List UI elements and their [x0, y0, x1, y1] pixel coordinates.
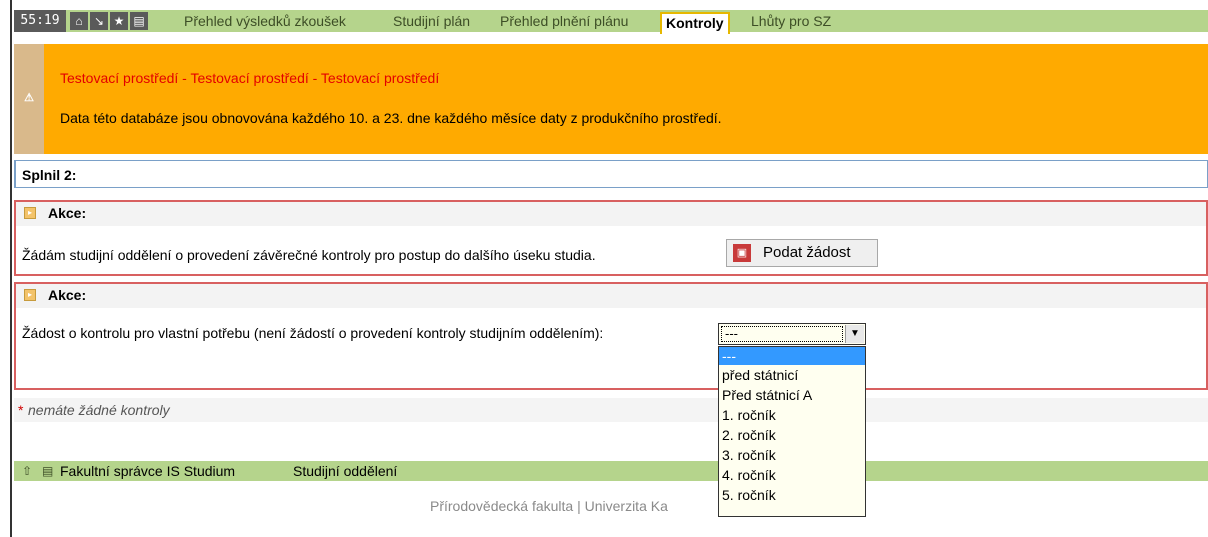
home-icon[interactable]: ⌂	[70, 12, 88, 30]
test-environment-banner: ⚠ Testovací prostředí - Testovací prostř…	[14, 44, 1208, 154]
select-value: ---	[721, 326, 843, 342]
nav-link-exam-results[interactable]: Přehled výsledků zkoušek	[184, 10, 346, 32]
session-timer: 55:19	[14, 10, 66, 32]
print-icon[interactable]: ▤	[130, 12, 148, 30]
section-title: Splnil 2:	[22, 167, 77, 183]
action-header: ▸ Akce:	[16, 202, 1206, 226]
dropdown-option[interactable]: 5. ročník	[719, 485, 865, 505]
top-nav-bar: 55:19 ⌂ ↘ ★ ▤ Přehled výsledků zkoušek S…	[14, 10, 1208, 34]
dropdown-option[interactable]: před státnicí	[719, 365, 865, 385]
check-type-dropdown[interactable]: --- před státnicí Před státnicí A 1. roč…	[718, 346, 866, 517]
dropdown-option[interactable]: 2. ročník	[719, 425, 865, 445]
button-label: Podat žádost	[763, 244, 851, 261]
action-icon: ▸	[24, 207, 36, 219]
dropdown-option[interactable]: Před státnicí A	[719, 385, 865, 405]
nav-link-study-plan[interactable]: Studijní plán	[393, 10, 470, 32]
banner-text: Data této databáze jsou obnovována každé…	[60, 110, 722, 126]
note-text: nemáte žádné kontroly	[28, 402, 170, 418]
up-arrow-icon[interactable]: ⇧	[22, 464, 32, 478]
nav-link-checks[interactable]: Kontroly	[660, 12, 730, 34]
no-checks-note: * nemáte žádné kontroly	[14, 398, 1208, 422]
footer-link-admin[interactable]: Fakultní správce IS Studium	[60, 462, 235, 480]
save-icon: ▣	[733, 244, 751, 262]
action-title: Akce:	[48, 205, 87, 221]
action-header: ▸ Akce:	[16, 284, 1206, 308]
chevron-down-icon[interactable]: ▼	[845, 325, 864, 343]
banner-title: Testovací prostředí - Testovací prostřed…	[60, 70, 440, 86]
check-type-select[interactable]: --- ▼	[718, 323, 866, 345]
submit-request-button[interactable]: ▣ Podat žádost	[726, 239, 878, 267]
action-icon: ▸	[24, 289, 36, 301]
required-star: *	[18, 402, 24, 418]
arrow-icon[interactable]: ↘	[90, 12, 108, 30]
action-box-own-check: ▸ Akce: Žádost o kontrolu pro vlastní po…	[14, 282, 1208, 390]
action-title: Akce:	[48, 287, 87, 303]
action-text: Žádám studijní oddělení o provedení závě…	[22, 247, 596, 263]
footer-link-study-office[interactable]: Studijní oddělení	[293, 462, 397, 480]
dropdown-option[interactable]: 3. ročník	[719, 445, 865, 465]
star-icon[interactable]: ★	[110, 12, 128, 30]
warning-icon: ⚠	[24, 92, 34, 104]
dropdown-option[interactable]: ---	[719, 347, 865, 365]
left-border-line	[10, 0, 12, 537]
section-header: Splnil 2:	[14, 160, 1208, 188]
faculty-footer-text: Přírodovědecká fakulta | Univerzita Ka	[430, 498, 668, 514]
dropdown-option[interactable]: 4. ročník	[719, 465, 865, 485]
banner-side-strip: ⚠	[14, 44, 44, 154]
action-box-final-check: ▸ Akce: Žádám studijní oddělení o proved…	[14, 200, 1208, 276]
action-text: Žádost o kontrolu pro vlastní potřebu (n…	[22, 325, 604, 341]
dropdown-option[interactable]: 1. ročník	[719, 405, 865, 425]
footer-bar: ⇧ ▤ Fakultní správce IS Studium Studijní…	[14, 461, 1208, 481]
nav-link-plan-progress[interactable]: Přehled plnění plánu	[500, 10, 628, 32]
nav-link-deadlines[interactable]: Lhůty pro SZ	[751, 10, 831, 32]
print-icon[interactable]: ▤	[42, 464, 53, 478]
